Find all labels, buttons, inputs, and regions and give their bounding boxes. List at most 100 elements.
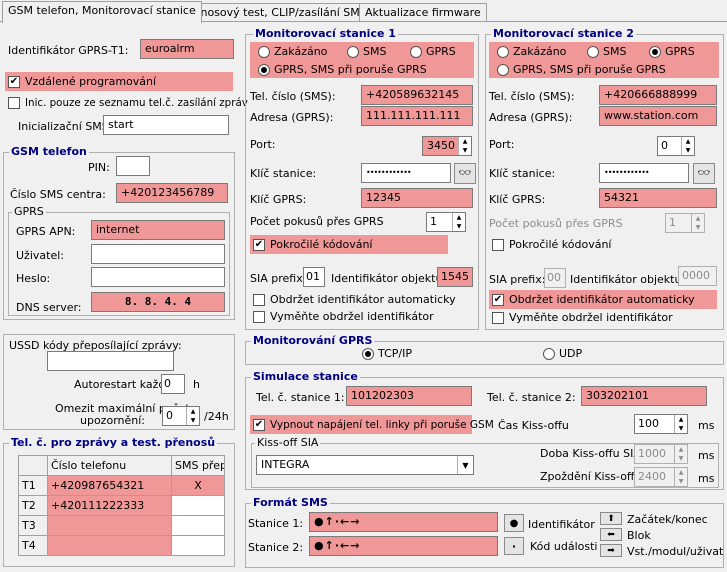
row-number[interactable] [47, 535, 172, 556]
ms2-sia-input[interactable]: 00 [544, 268, 566, 288]
ms2-radio-sms[interactable]: SMS [587, 42, 626, 61]
spinner-arrows-icon[interactable]: ▲ ▼ [186, 407, 199, 425]
remote-prog-checkbox[interactable]: ✔ Vzdálené programování [5, 72, 233, 91]
ms2-replace-checkbox[interactable]: Vyměňte obdržel identifikátor [489, 308, 673, 327]
ms1-radio-disabled[interactable]: Zakázáno [258, 42, 327, 61]
sim-st2-input[interactable]: 303202101 [581, 386, 707, 406]
row-number[interactable]: +420111222333 [47, 495, 172, 516]
omit-spinner[interactable]: 0 ▲ ▼ [162, 406, 200, 426]
ms2-opt-sms: SMS [603, 45, 627, 58]
ms2-addr-input[interactable]: www.station.com [599, 106, 717, 126]
spinner-arrows-icon[interactable]: ▲ ▼ [674, 468, 687, 486]
dns-input[interactable]: 8. 8. 4. 4 [91, 292, 225, 312]
ms2-radio-gprs[interactable]: GPRS [649, 42, 695, 61]
spinner-arrows-icon[interactable]: ▲ ▼ [681, 137, 694, 155]
start-end-label: Začátek/konec [627, 513, 708, 526]
spinner-arrows-icon[interactable]: ▲ ▼ [691, 214, 704, 232]
insert-event-code-button[interactable]: · [504, 537, 524, 555]
table-row[interactable]: T3 [18, 515, 225, 536]
ms2-key-input[interactable]: •••••••••••• [599, 163, 689, 183]
ms1-gkey-input[interactable]: 12345 [361, 188, 473, 208]
ms1-show-key-button[interactable]: 👓︎ [454, 163, 476, 184]
kiss-sia-select[interactable]: INTEGRA ▼ [256, 455, 474, 475]
arrow-up-icon: ⬆ [607, 513, 615, 524]
ms2-opt-disabled: Zakázáno [513, 45, 567, 58]
insert-block-button[interactable]: ⬅ [600, 528, 622, 541]
ms2-radio-disabled[interactable]: Zakázáno [497, 42, 566, 61]
pin-input[interactable] [116, 156, 150, 176]
check-icon: ✔ [253, 238, 265, 251]
ms1-addr-input[interactable]: 111.111.111.111 [361, 106, 473, 126]
omit-label-2: upozornění: [80, 414, 145, 427]
ms1-sia-input[interactable]: 01 [303, 267, 325, 287]
omit-unit: /24h [204, 410, 229, 423]
spinner-arrows-icon[interactable]: ▲ ▼ [458, 137, 471, 155]
pin-label: PIN: [88, 161, 110, 174]
sim-kiss-spinner[interactable]: 100 ▲ ▼ [634, 414, 688, 434]
ms1-port-spinner[interactable]: 3450 ▲ ▼ [422, 136, 472, 156]
table-row[interactable]: T1 +420987654321 X [18, 475, 225, 496]
ms2-adv-checkbox[interactable]: Pokročilé kódování [489, 235, 611, 254]
ms1-replace-checkbox[interactable]: Vyměňte obdržel identifikátor [250, 307, 434, 326]
ms2-attempts-spinner[interactable]: 1 ▲ ▼ [665, 213, 705, 233]
ussd-input[interactable] [47, 351, 174, 371]
ms2-objid-input[interactable]: 0000 [678, 266, 717, 286]
spinner-arrows-icon[interactable]: ▲ ▼ [674, 445, 687, 463]
ms1-radio-both[interactable]: GPRS, SMS při poruše GPRS [258, 60, 427, 79]
tab-gsm-monitoring[interactable]: GSM telefon, Monitorovací stanice [2, 1, 202, 23]
spinner-arrows-icon[interactable]: ▲ ▼ [674, 415, 687, 433]
ms2-port-spinner[interactable]: 0 ▲ ▼ [657, 136, 695, 156]
tab-transmission-test[interactable]: Přenosový test, CLIP/zasílání SMS [177, 3, 373, 22]
gprs-udp-radio[interactable]: UDP [543, 344, 582, 363]
ms2-show-key-button[interactable]: 👓︎ [693, 163, 715, 184]
insert-input-button[interactable]: ➡ [600, 544, 622, 557]
password-input[interactable] [91, 267, 225, 287]
row-number[interactable]: +420987654321 [47, 475, 172, 496]
ms1-key-input[interactable]: •••••••••••• [361, 163, 451, 183]
gprs-tcp-radio[interactable]: TCP/IP [362, 344, 412, 363]
ms1-radio-gprs[interactable]: GPRS [410, 42, 456, 61]
ms1-attempts-spinner[interactable]: 1 ▲ ▼ [426, 212, 466, 232]
row-number[interactable] [47, 515, 172, 536]
row-sms[interactable]: X [171, 475, 225, 496]
glasses-icon: 👓︎ [697, 168, 711, 179]
arrow-left-icon: ⬅ [607, 529, 615, 540]
sim-dur-spinner[interactable]: 1000 ▲ ▼ [634, 444, 688, 464]
ms2-tel-input[interactable]: +420666888999 [599, 85, 717, 105]
dot-icon: ● [509, 517, 519, 529]
ms2-gkey-input[interactable]: 54321 [599, 188, 717, 208]
insert-identifier-button[interactable]: ● [504, 514, 524, 532]
tab-firmware-update[interactable]: Aktualizace firmware [359, 3, 487, 22]
ms1-adv-checkbox[interactable]: ✔ Pokročilé kódování [250, 235, 448, 254]
ms1-objid-input[interactable]: 1545 [437, 267, 473, 287]
init-only-checkbox[interactable]: Inic. pouze ze seznamu tel.č. zasílání z… [5, 93, 248, 112]
password-label: Heslo: [16, 272, 51, 285]
sim-st1-input[interactable]: 101202303 [346, 386, 472, 406]
table-row[interactable]: T2 +420111222333 [18, 495, 225, 516]
omit-value: 0 [166, 409, 173, 422]
checkbox-empty-icon [492, 311, 504, 324]
user-input[interactable] [91, 244, 225, 264]
gprs-id-input[interactable]: euroalrm [140, 39, 234, 59]
ms1-radio-sms[interactable]: SMS [347, 42, 386, 61]
autorestart-input[interactable]: 0 [161, 374, 185, 394]
apn-input[interactable]: internet [91, 220, 225, 240]
spinner-arrows-icon[interactable]: ▲ ▼ [452, 213, 465, 231]
sms-st2-input[interactable]: ●↑·←→ [309, 536, 498, 556]
ms2-auto-checkbox[interactable]: ✔ Obdržet identifikátor automaticky [489, 290, 717, 309]
row-sms[interactable] [171, 535, 225, 556]
sms-st1-input[interactable]: ●↑·←→ [309, 512, 498, 532]
sim-st2-label: Tel. č. stanice 2: [487, 391, 576, 404]
ms1-tel-input[interactable]: +420589632145 [361, 85, 473, 105]
column-header-sms: SMS přepo [171, 455, 225, 476]
sms-center-input[interactable]: +420123456789 [116, 183, 228, 203]
sim-cutoff-checkbox[interactable]: ✔ Vypnout napájení tel. linky při poruše … [250, 415, 494, 434]
row-sms[interactable] [171, 515, 225, 536]
row-sms[interactable] [171, 495, 225, 516]
ms2-radio-both[interactable]: GPRS, SMS při poruše GPRS [497, 60, 666, 79]
init-sms-input[interactable]: start [103, 115, 229, 135]
sim-delay-spinner[interactable]: 2400 ▲ ▼ [634, 467, 688, 487]
radio-selected-icon [362, 347, 374, 360]
insert-start-end-button[interactable]: ⬆ [600, 512, 622, 525]
table-row[interactable]: T4 [18, 535, 225, 556]
